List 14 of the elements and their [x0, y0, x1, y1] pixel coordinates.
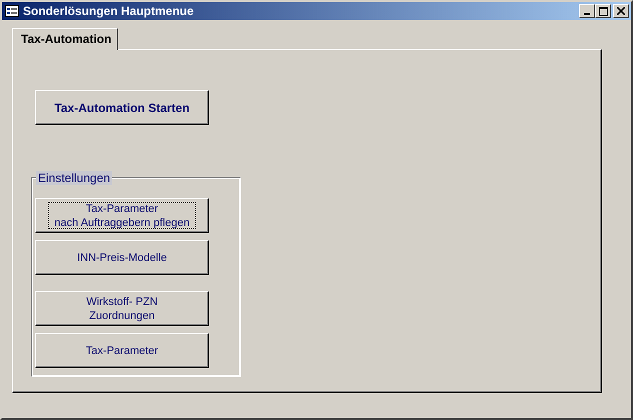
settings-button[interactable]: Tax-Parameter nach Auftraggebern pflegen — [35, 198, 209, 233]
close-button[interactable] — [613, 4, 629, 18]
window-title: Sonderlösungen Hauptmenue — [23, 4, 195, 18]
maximize-icon — [598, 6, 608, 16]
start-button[interactable]: Tax-Automation Starten — [35, 90, 209, 125]
close-icon — [617, 7, 625, 15]
settings-button[interactable]: Wirkstoff- PZN Zuordnungen — [35, 291, 209, 326]
maximize-button[interactable] — [595, 4, 611, 18]
settings-button[interactable]: INN-Preis-Modelle — [35, 240, 209, 275]
form-icon — [5, 5, 19, 17]
minimize-button[interactable] — [579, 4, 595, 18]
settings-button[interactable]: Tax-Parameter — [35, 333, 209, 368]
tab[interactable]: Tax-Automation — [12, 28, 118, 50]
group-legend: Einstellungen — [36, 171, 112, 185]
